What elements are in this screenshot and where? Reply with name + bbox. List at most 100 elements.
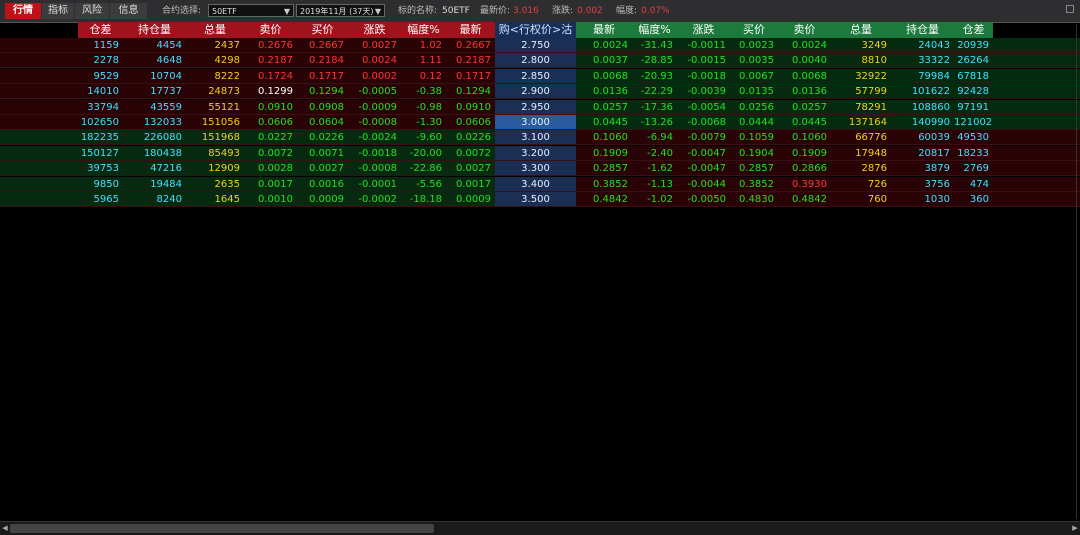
call-cell-持仓量[interactable]: 101622 — [891, 84, 954, 99]
call-header-0[interactable]: 最新 — [576, 22, 632, 38]
call-cell-仓差[interactable]: 474 — [954, 177, 993, 192]
put-cell-总量[interactable]: 151056 — [186, 115, 244, 130]
put-cell-涨跌[interactable]: -0.0002 — [348, 192, 401, 207]
put-header-4[interactable]: 买价 — [297, 22, 348, 38]
call-cell-最新[interactable]: 0.0445 — [576, 115, 632, 130]
put-cell-仓差[interactable]: 102650 — [78, 115, 123, 130]
call-cell-持仓量[interactable]: 1030 — [891, 192, 954, 207]
table-row[interactable]: 14010 17737 24873 0.1299 0.1294 -0.0005 -0.38 0… — [0, 84, 1080, 100]
strike-price-cell[interactable]: 3.000 — [495, 115, 576, 130]
call-cell-总量[interactable]: 78291 — [831, 100, 891, 115]
call-cell-仓差[interactable]: 92428 — [954, 84, 993, 99]
table-row[interactable]: 9529 10704 8222 0.1724 0.1717 0.0002 0.12 0.171… — [0, 68, 1080, 84]
put-cell-幅度%[interactable]: -18.18 — [401, 192, 446, 207]
put-cell-涨跌[interactable]: 0.0024 — [348, 53, 401, 68]
call-cell-最新[interactable]: 0.4842 — [576, 192, 632, 207]
call-cell-幅度%[interactable]: -13.26 — [632, 115, 677, 130]
put-cell-总量[interactable]: 8222 — [186, 69, 244, 84]
strike-price-cell[interactable]: 3.500 — [495, 192, 576, 207]
month-select[interactable]: 2019年11月 (37天) ▼ — [296, 4, 385, 17]
put-cell-买价[interactable]: 0.2184 — [297, 53, 348, 68]
put-cell-仓差[interactable]: 182235 — [78, 130, 123, 145]
put-cell-仓差[interactable]: 9529 — [78, 69, 123, 84]
call-cell-幅度%[interactable]: -2.40 — [632, 146, 677, 161]
put-header-0[interactable]: 仓差 — [78, 22, 123, 38]
put-header-6[interactable]: 幅度% — [401, 22, 446, 38]
strike-price-cell[interactable]: 2.900 — [495, 84, 576, 100]
call-cell-总量[interactable]: 137164 — [831, 115, 891, 130]
call-cell-卖价[interactable]: 0.1060 — [778, 130, 831, 145]
call-cell-涨跌[interactable]: -0.0054 — [677, 100, 730, 115]
table-row[interactable]: 182235 226080 151968 0.0227 0.0226 -0.0024 -9.… — [0, 130, 1080, 146]
put-cell-持仓量[interactable]: 47216 — [123, 161, 186, 176]
call-cell-卖价[interactable]: 0.0136 — [778, 84, 831, 99]
call-cell-涨跌[interactable]: -0.0044 — [677, 177, 730, 192]
put-cell-幅度%[interactable]: -20.00 — [401, 146, 446, 161]
put-cell-涨跌[interactable]: 0.0027 — [348, 38, 401, 53]
put-cell-幅度%[interactable]: 1.02 — [401, 38, 446, 53]
put-cell-幅度%[interactable]: 1.11 — [401, 53, 446, 68]
call-cell-仓差[interactable]: 18233 — [954, 146, 993, 161]
put-cell-最新[interactable]: 0.0910 — [446, 100, 495, 115]
put-cell-总量[interactable]: 24873 — [186, 84, 244, 99]
table-row[interactable]: 39753 47216 12909 0.0028 0.0027 -0.0008 -22.86… — [0, 161, 1080, 177]
call-cell-最新[interactable]: 0.0024 — [576, 38, 632, 53]
put-cell-涨跌[interactable]: -0.0008 — [348, 115, 401, 130]
call-cell-幅度%[interactable]: -6.94 — [632, 130, 677, 145]
put-cell-卖价[interactable]: 0.0910 — [244, 100, 297, 115]
put-cell-最新[interactable]: 0.0009 — [446, 192, 495, 207]
tab-quotes[interactable]: 行情 — [5, 3, 41, 19]
call-cell-卖价[interactable]: 0.1909 — [778, 146, 831, 161]
put-cell-总量[interactable]: 12909 — [186, 161, 244, 176]
call-cell-幅度%[interactable]: -1.62 — [632, 161, 677, 176]
put-cell-持仓量[interactable]: 4648 — [123, 53, 186, 68]
put-cell-卖价[interactable]: 0.1299 — [244, 84, 297, 99]
put-cell-最新[interactable]: 0.1717 — [446, 69, 495, 84]
put-cell-卖价[interactable]: 0.0028 — [244, 161, 297, 176]
put-cell-总量[interactable]: 1645 — [186, 192, 244, 207]
call-cell-买价[interactable]: 0.1904 — [730, 146, 778, 161]
put-cell-持仓量[interactable]: 43559 — [123, 100, 186, 115]
call-cell-持仓量[interactable]: 3756 — [891, 177, 954, 192]
horizontal-scrollbar[interactable]: ◀ ▶ — [0, 521, 1080, 535]
tab-indicators[interactable]: 指标 — [42, 3, 74, 19]
strike-header[interactable]: 购<行权价>沽 ↑ — [495, 22, 576, 52]
call-cell-持仓量[interactable]: 140990 — [891, 115, 954, 130]
call-cell-涨跌[interactable]: -0.0039 — [677, 84, 730, 99]
put-cell-最新[interactable]: 0.0226 — [446, 130, 495, 145]
put-cell-幅度%[interactable]: -22.86 — [401, 161, 446, 176]
call-cell-持仓量[interactable]: 33322 — [891, 53, 954, 68]
put-cell-卖价[interactable]: 0.0010 — [244, 192, 297, 207]
call-cell-卖价[interactable]: 0.3930 — [778, 177, 831, 192]
put-cell-持仓量[interactable]: 132033 — [123, 115, 186, 130]
call-cell-涨跌[interactable]: -0.0015 — [677, 53, 730, 68]
call-cell-买价[interactable]: 0.3852 — [730, 177, 778, 192]
call-cell-仓差[interactable]: 2769 — [954, 161, 993, 176]
put-header-1[interactable]: 持仓量 — [123, 22, 186, 38]
put-cell-买价[interactable]: 0.0071 — [297, 146, 348, 161]
put-cell-涨跌[interactable]: -0.0001 — [348, 177, 401, 192]
put-header-5[interactable]: 涨跌 — [348, 22, 401, 38]
put-cell-买价[interactable]: 0.0604 — [297, 115, 348, 130]
call-header-4[interactable]: 卖价 — [778, 22, 831, 38]
call-header-2[interactable]: 涨跌 — [677, 22, 730, 38]
call-cell-总量[interactable]: 17948 — [831, 146, 891, 161]
put-cell-卖价[interactable]: 0.0606 — [244, 115, 297, 130]
put-cell-总量[interactable]: 151968 — [186, 130, 244, 145]
put-cell-最新[interactable]: 0.0017 — [446, 177, 495, 192]
call-cell-仓差[interactable]: 26264 — [954, 53, 993, 68]
put-cell-仓差[interactable]: 14010 — [78, 84, 123, 99]
table-row[interactable]: 150127 180438 85493 0.0072 0.0071 -0.0018 -20.… — [0, 145, 1080, 161]
call-header-6[interactable]: 持仓量 — [891, 22, 954, 38]
strike-price-cell[interactable]: 2.850 — [495, 68, 576, 84]
put-cell-涨跌[interactable]: -0.0008 — [348, 161, 401, 176]
call-cell-涨跌[interactable]: -0.0018 — [677, 69, 730, 84]
put-cell-仓差[interactable]: 9850 — [78, 177, 123, 192]
put-cell-卖价[interactable]: 0.0017 — [244, 177, 297, 192]
call-cell-买价[interactable]: 0.0444 — [730, 115, 778, 130]
call-cell-买价[interactable]: 0.0023 — [730, 38, 778, 53]
put-cell-买价[interactable]: 0.1717 — [297, 69, 348, 84]
put-cell-幅度%[interactable]: -1.30 — [401, 115, 446, 130]
table-row[interactable]: 9850 19484 2635 0.0017 0.0016 -0.0001 -5.56 0.0… — [0, 176, 1080, 192]
call-cell-最新[interactable]: 0.0037 — [576, 53, 632, 68]
